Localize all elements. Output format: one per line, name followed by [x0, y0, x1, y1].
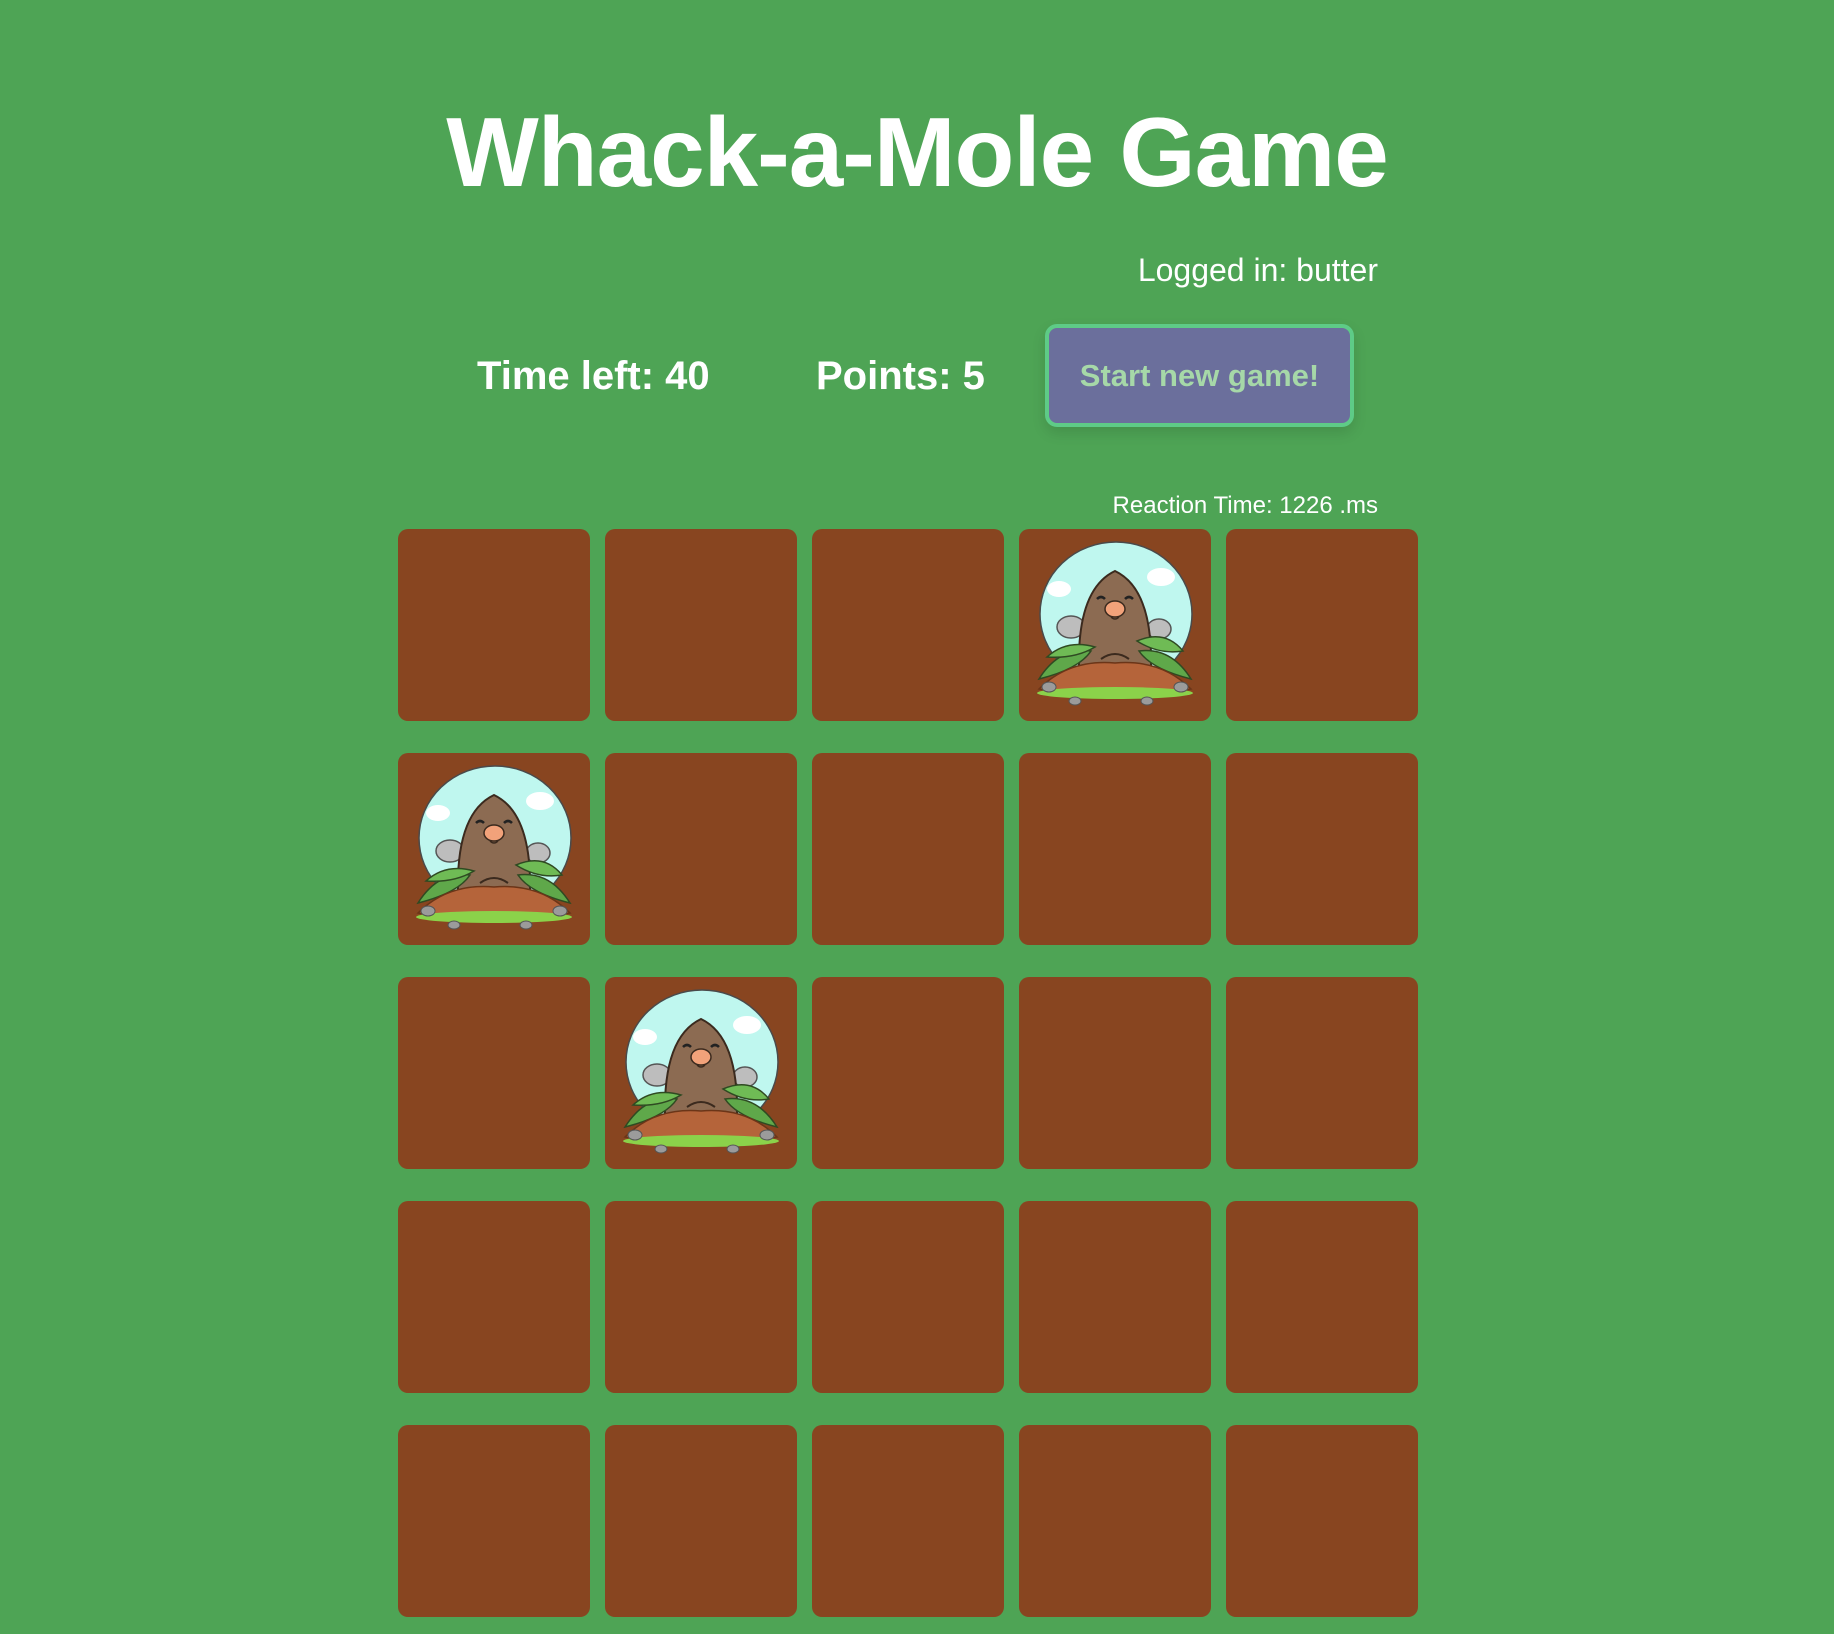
mole-hole[interactable] [605, 1425, 797, 1617]
mole-hole[interactable] [812, 977, 1004, 1169]
mole-hole[interactable] [605, 977, 797, 1169]
mole-hole[interactable] [605, 529, 797, 721]
mole-icon [1037, 541, 1193, 706]
mole-hole[interactable] [398, 1201, 590, 1393]
mole-hole[interactable] [1226, 977, 1418, 1169]
start-new-game-button[interactable]: Start new game! [1045, 324, 1354, 427]
mole-hole[interactable] [812, 1425, 1004, 1617]
mole-hole[interactable] [1226, 529, 1418, 721]
mole-hole[interactable] [1019, 753, 1211, 945]
mole-hole[interactable] [605, 1201, 797, 1393]
logged-in-status: Logged in: butter [1137, 252, 1378, 288]
mole-hole[interactable] [1226, 1425, 1418, 1617]
mole-hole[interactable] [1019, 529, 1211, 721]
mole-hole[interactable] [398, 1425, 590, 1617]
points-score: Points: 5 [816, 354, 985, 398]
page-title: Whack-a-Mole Game [446, 97, 1388, 207]
mole-icon [416, 765, 572, 930]
mole-hole[interactable] [812, 753, 1004, 945]
time-left: Time left: 40 [477, 354, 710, 398]
mole-hole[interactable] [1019, 1425, 1211, 1617]
mole-hole[interactable] [1226, 1201, 1418, 1393]
mole-hole[interactable] [605, 753, 797, 945]
mole-hole[interactable] [1226, 753, 1418, 945]
mole-hole[interactable] [398, 529, 590, 721]
reaction-time: Reaction Time: 1226 .ms [1112, 492, 1378, 519]
mole-hole[interactable] [1019, 977, 1211, 1169]
mole-grid [398, 529, 1418, 1617]
mole-hole[interactable] [812, 1201, 1004, 1393]
mole-hole[interactable] [1019, 1201, 1211, 1393]
mole-hole[interactable] [398, 753, 590, 945]
mole-hole[interactable] [398, 977, 590, 1169]
mole-hole[interactable] [812, 529, 1004, 721]
mole-icon [623, 989, 779, 1154]
